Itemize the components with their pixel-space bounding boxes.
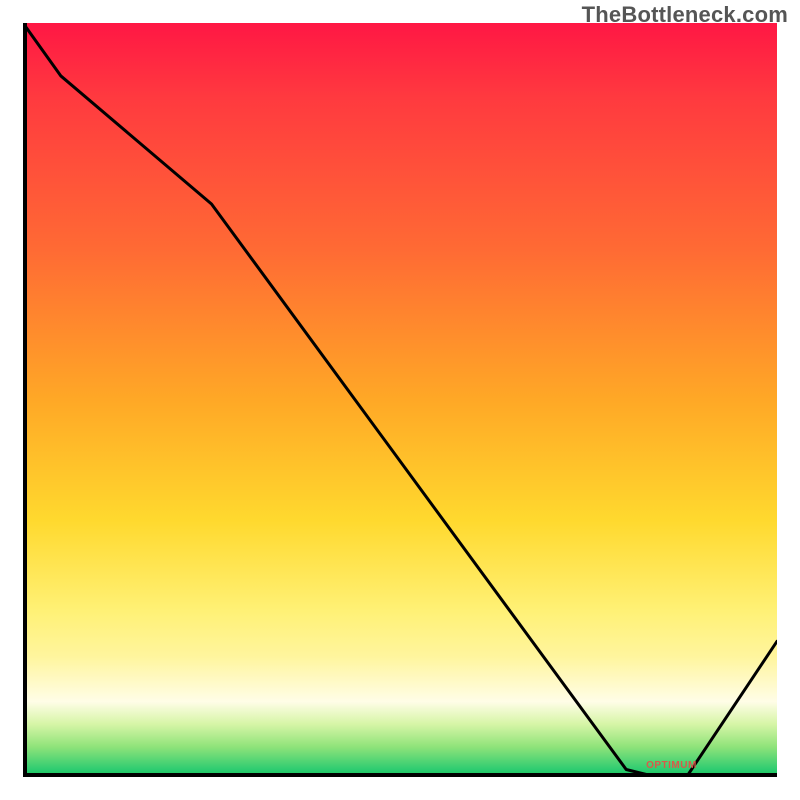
plot-area: OPTIMUM: [23, 23, 777, 777]
optimum-annotation: OPTIMUM: [646, 760, 697, 771]
y-axis-line: [23, 23, 27, 777]
bottleneck-curve: [23, 23, 777, 777]
x-axis-line: [23, 773, 777, 777]
chart-container: TheBottleneck.com OPTIMUM: [0, 0, 800, 800]
